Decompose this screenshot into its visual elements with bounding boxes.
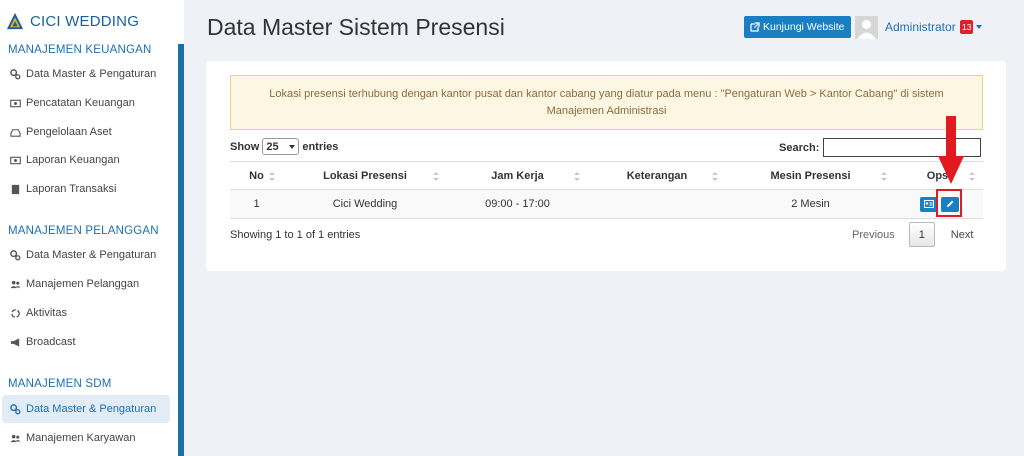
- length-control: Show 25 entries: [230, 138, 338, 155]
- sidebar-item-label: Laporan Transaksi: [26, 183, 117, 195]
- page-button-1[interactable]: 1: [908, 222, 935, 247]
- sidebar-item-keuangan-data-master[interactable]: Data Master & Pengaturan: [2, 60, 170, 88]
- sort-icon: [712, 172, 718, 181]
- annotation-arrow-icon: [938, 116, 964, 184]
- sort-icon: [433, 172, 439, 181]
- money-icon: [9, 154, 21, 166]
- table-header-row: No Lokasi Presensi Jam Kerja Keterangan …: [230, 161, 983, 190]
- brand-logo-icon: [6, 12, 24, 30]
- column-header-no[interactable]: No: [230, 161, 283, 190]
- column-header-keterangan[interactable]: Keterangan: [588, 161, 726, 190]
- entries-length-select[interactable]: 25: [262, 138, 300, 155]
- page-title: Data Master Sistem Presensi: [207, 14, 505, 40]
- user-avatar-icon: [857, 20, 876, 39]
- table-info: Showing 1 to 1 of 1 entries: [230, 229, 361, 241]
- length-value: 25: [266, 140, 279, 153]
- id-card-icon: [923, 200, 934, 208]
- sidebar-item-laporan-keuangan[interactable]: Laporan Keuangan: [2, 146, 170, 174]
- sidebar-item-manajemen-karyawan[interactable]: Manajemen Karyawan: [2, 424, 170, 452]
- gears-icon: [9, 68, 21, 80]
- cell-keterangan: [588, 189, 726, 219]
- sidebar-item-label: Pengelolaan Aset: [26, 126, 112, 138]
- sidebar-item-label: Data Master & Pengaturan: [26, 249, 157, 261]
- sidebar-item-label: Manajemen Karyawan: [26, 432, 136, 444]
- sidebar-item-manajemen-pelanggan[interactable]: Manajemen Pelanggan: [2, 270, 170, 298]
- sidebar-scrollbar[interactable]: [178, 44, 184, 456]
- sidebar-item-label: Aktivitas: [26, 307, 67, 319]
- section-title-pelanggan: MANAJEMEN PELANGGAN: [8, 225, 159, 237]
- cell-mesin: 2 Mesin: [726, 189, 895, 219]
- pagination: Previous 1 Next: [846, 222, 983, 247]
- column-header-lokasi[interactable]: Lokasi Presensi: [283, 161, 447, 190]
- hdd-icon: [9, 126, 21, 138]
- book-icon: [9, 183, 21, 195]
- column-header-jam-kerja[interactable]: Jam Kerja: [447, 161, 588, 190]
- info-alert: Lokasi presensi terhubung dengan kantor …: [230, 75, 983, 130]
- show-label: Show: [230, 140, 260, 153]
- sidebar-item-label: Data Master & Pengaturan: [26, 403, 157, 415]
- cell-jam-kerja: 09:00 - 17:00: [447, 189, 588, 219]
- cell-lokasi: Cici Wedding: [283, 189, 447, 219]
- data-table: No Lokasi Presensi Jam Kerja Keterangan …: [230, 161, 983, 219]
- search-label: Search:: [779, 141, 820, 154]
- avatar[interactable]: [855, 16, 878, 39]
- users-icon: [9, 432, 21, 444]
- sort-icon: [969, 172, 975, 181]
- column-header-mesin[interactable]: Mesin Presensi: [726, 161, 895, 190]
- visit-website-button[interactable]: Kunjungi Website: [744, 16, 851, 38]
- sort-icon: [269, 172, 275, 181]
- sort-icon: [574, 172, 580, 181]
- section-title-sdm: MANAJEMEN SDM: [8, 378, 112, 390]
- visit-website-label: Kunjungi Website: [763, 21, 845, 33]
- detail-button[interactable]: [919, 196, 938, 212]
- user-name[interactable]: Administrator: [885, 20, 956, 34]
- sidebar-item-aktivitas[interactable]: Aktivitas: [2, 299, 170, 327]
- cell-no: 1: [230, 189, 283, 219]
- sidebar-item-label: Broadcast: [26, 336, 76, 348]
- sidebar-item-laporan-transaksi[interactable]: Laporan Transaksi: [2, 175, 170, 203]
- brand-name: CICI WEDDING: [30, 12, 140, 30]
- brand[interactable]: CICI WEDDING: [6, 12, 139, 30]
- sidebar-item-label: Pencatatan Keuangan: [26, 97, 135, 109]
- recycle-icon: [9, 307, 21, 319]
- sidebar-item-pelanggan-data-master[interactable]: Data Master & Pengaturan: [2, 241, 170, 269]
- notification-badge: 13: [960, 20, 974, 34]
- next-page-button[interactable]: Next: [935, 229, 984, 241]
- section-title-keuangan: MANAJEMEN KEUANGAN: [8, 44, 152, 56]
- sidebar-item-broadcast[interactable]: Broadcast: [2, 328, 170, 356]
- sidebar-item-sdm-data-master[interactable]: Data Master & Pengaturan: [2, 395, 170, 423]
- entries-label: entries: [302, 140, 339, 153]
- table-row: 1 Cici Wedding 09:00 - 17:00 2 Mesin: [230, 189, 983, 219]
- money-icon: [9, 97, 21, 109]
- sidebar-item-label: Laporan Keuangan: [26, 154, 120, 166]
- content-card: Lokasi presensi terhubung dengan kantor …: [206, 61, 1006, 271]
- annotation-highlight-box: [936, 189, 962, 217]
- sidebar-item-pengelolaan-aset[interactable]: Pengelolaan Aset: [2, 118, 170, 146]
- sidebar: CICI WEDDING MANAJEMEN KEUANGAN Data Mas…: [0, 0, 184, 456]
- previous-page-button[interactable]: Previous: [846, 229, 909, 241]
- users-icon: [9, 278, 21, 290]
- bullhorn-icon: [9, 336, 21, 348]
- sidebar-item-pencatatan-keuangan[interactable]: Pencatatan Keuangan: [2, 89, 170, 117]
- sidebar-item-label: Data Master & Pengaturan: [26, 68, 157, 80]
- caret-down-icon[interactable]: [976, 25, 982, 29]
- sidebar-item-label: Manajemen Pelanggan: [26, 278, 140, 290]
- chevron-down-icon: [289, 144, 296, 149]
- gears-icon: [9, 403, 21, 415]
- external-link-icon: [750, 22, 760, 32]
- sort-icon: [881, 172, 887, 181]
- gears-icon: [9, 249, 21, 261]
